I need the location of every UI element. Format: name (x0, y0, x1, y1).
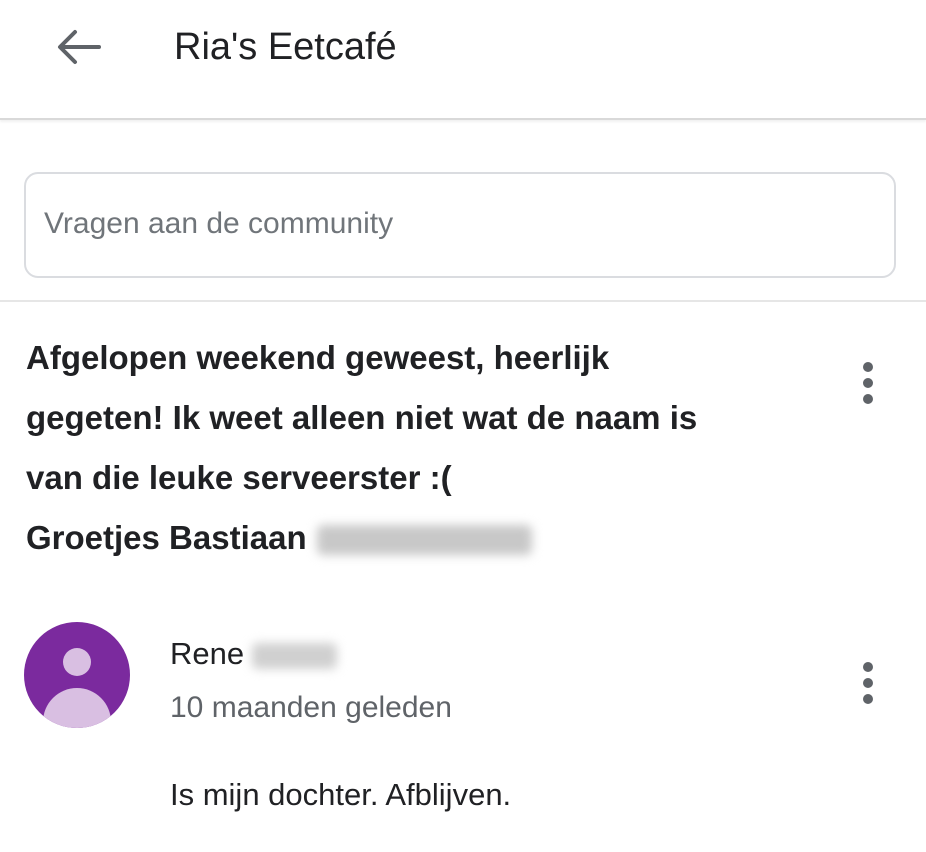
avatar-body (43, 688, 111, 728)
more-vert-icon (863, 662, 873, 672)
more-vert-icon-dot (863, 394, 873, 404)
avatar-head (63, 648, 91, 676)
answer-more-options-button[interactable] (848, 648, 888, 718)
ask-community-placeholder: Vragen aan de community (44, 207, 394, 240)
back-button[interactable] (50, 22, 106, 72)
more-vert-icon-dot (863, 378, 873, 388)
person-avatar-icon[interactable] (24, 622, 130, 728)
ask-section: Vragen aan de community (0, 120, 926, 302)
redacted-author-surname (252, 642, 338, 669)
answer-timestamp: 10 maanden geleden (170, 691, 452, 724)
question-signature: Groetjes Bastiaan (26, 519, 307, 556)
arrow-back-icon (58, 30, 101, 64)
page: Ria's Eetcafé Vragen aan de community Af… (0, 0, 926, 852)
more-vert-icon-dot (863, 694, 873, 704)
question-signature-line: Groetjes Bastiaan (26, 508, 826, 568)
redacted-surname (316, 525, 532, 556)
answer-author[interactable]: Rene (170, 634, 338, 674)
answer-author-name: Rene (170, 636, 245, 671)
more-vert-icon-dot (863, 678, 873, 688)
answer-text: Is mijn dochter. Afblijven. (170, 777, 512, 812)
question-line: gegeten! Ik weet alleen niet wat de naam… (26, 399, 698, 436)
question-more-options-button[interactable] (848, 348, 888, 418)
question-text: Afgelopen weekend geweest, heerlijk gege… (26, 328, 826, 568)
app-bar: Ria's Eetcafé (0, 0, 926, 120)
page-title: Ria's Eetcafé (174, 26, 397, 68)
question-line: Afgelopen weekend geweest, heerlijk (26, 339, 610, 376)
more-vert-icon (863, 362, 873, 372)
ask-community-input[interactable]: Vragen aan de community (24, 172, 896, 278)
question-line: van die leuke serveerster :( (26, 459, 452, 496)
